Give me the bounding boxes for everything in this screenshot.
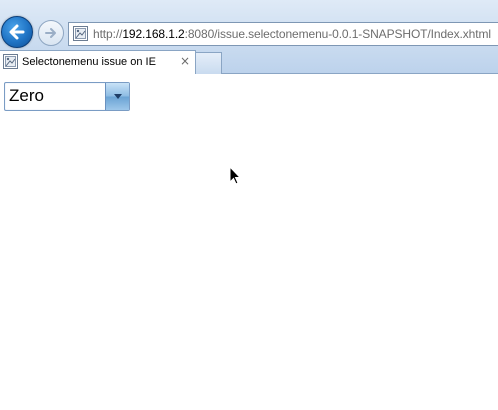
browser-window: http://192.168.1.2:8080/issue.selectonem…	[0, 0, 498, 410]
mouse-pointer-icon	[229, 166, 242, 185]
tab-row: Selectonemenu issue on IE ×	[0, 50, 498, 74]
page-icon	[73, 26, 88, 41]
tab-title: Selectonemenu issue on IE	[22, 56, 156, 68]
url-host: 192.168.1.2	[122, 27, 185, 41]
forward-arrow-icon	[45, 28, 56, 38]
forward-button[interactable]	[38, 20, 64, 46]
address-bar[interactable]: http://192.168.1.2:8080/issue.selectonem…	[68, 22, 498, 46]
page-content: Zero	[0, 74, 498, 410]
selected-value: Zero	[9, 86, 44, 105]
navigation-bar: http://192.168.1.2:8080/issue.selectonem…	[0, 0, 498, 48]
page-icon	[3, 54, 18, 69]
select-one-menu[interactable]: Zero	[4, 82, 130, 111]
back-arrow-icon	[9, 24, 25, 40]
tab-selectonemenu[interactable]: Selectonemenu issue on IE ×	[0, 50, 196, 74]
url-path: :8080/issue.selectonemenu-0.0.1-SNAPSHOT…	[184, 27, 491, 41]
back-button[interactable]	[1, 16, 33, 48]
url-prefix: http://	[93, 27, 123, 41]
dropdown-button[interactable]	[105, 83, 129, 110]
close-icon[interactable]: ×	[180, 55, 190, 67]
chevron-down-icon	[114, 94, 122, 99]
browser-chrome: http://192.168.1.2:8080/issue.selectonem…	[0, 0, 498, 74]
url-text[interactable]: http://192.168.1.2:8080/issue.selectonem…	[93, 27, 491, 41]
new-tab-button[interactable]	[196, 52, 222, 74]
